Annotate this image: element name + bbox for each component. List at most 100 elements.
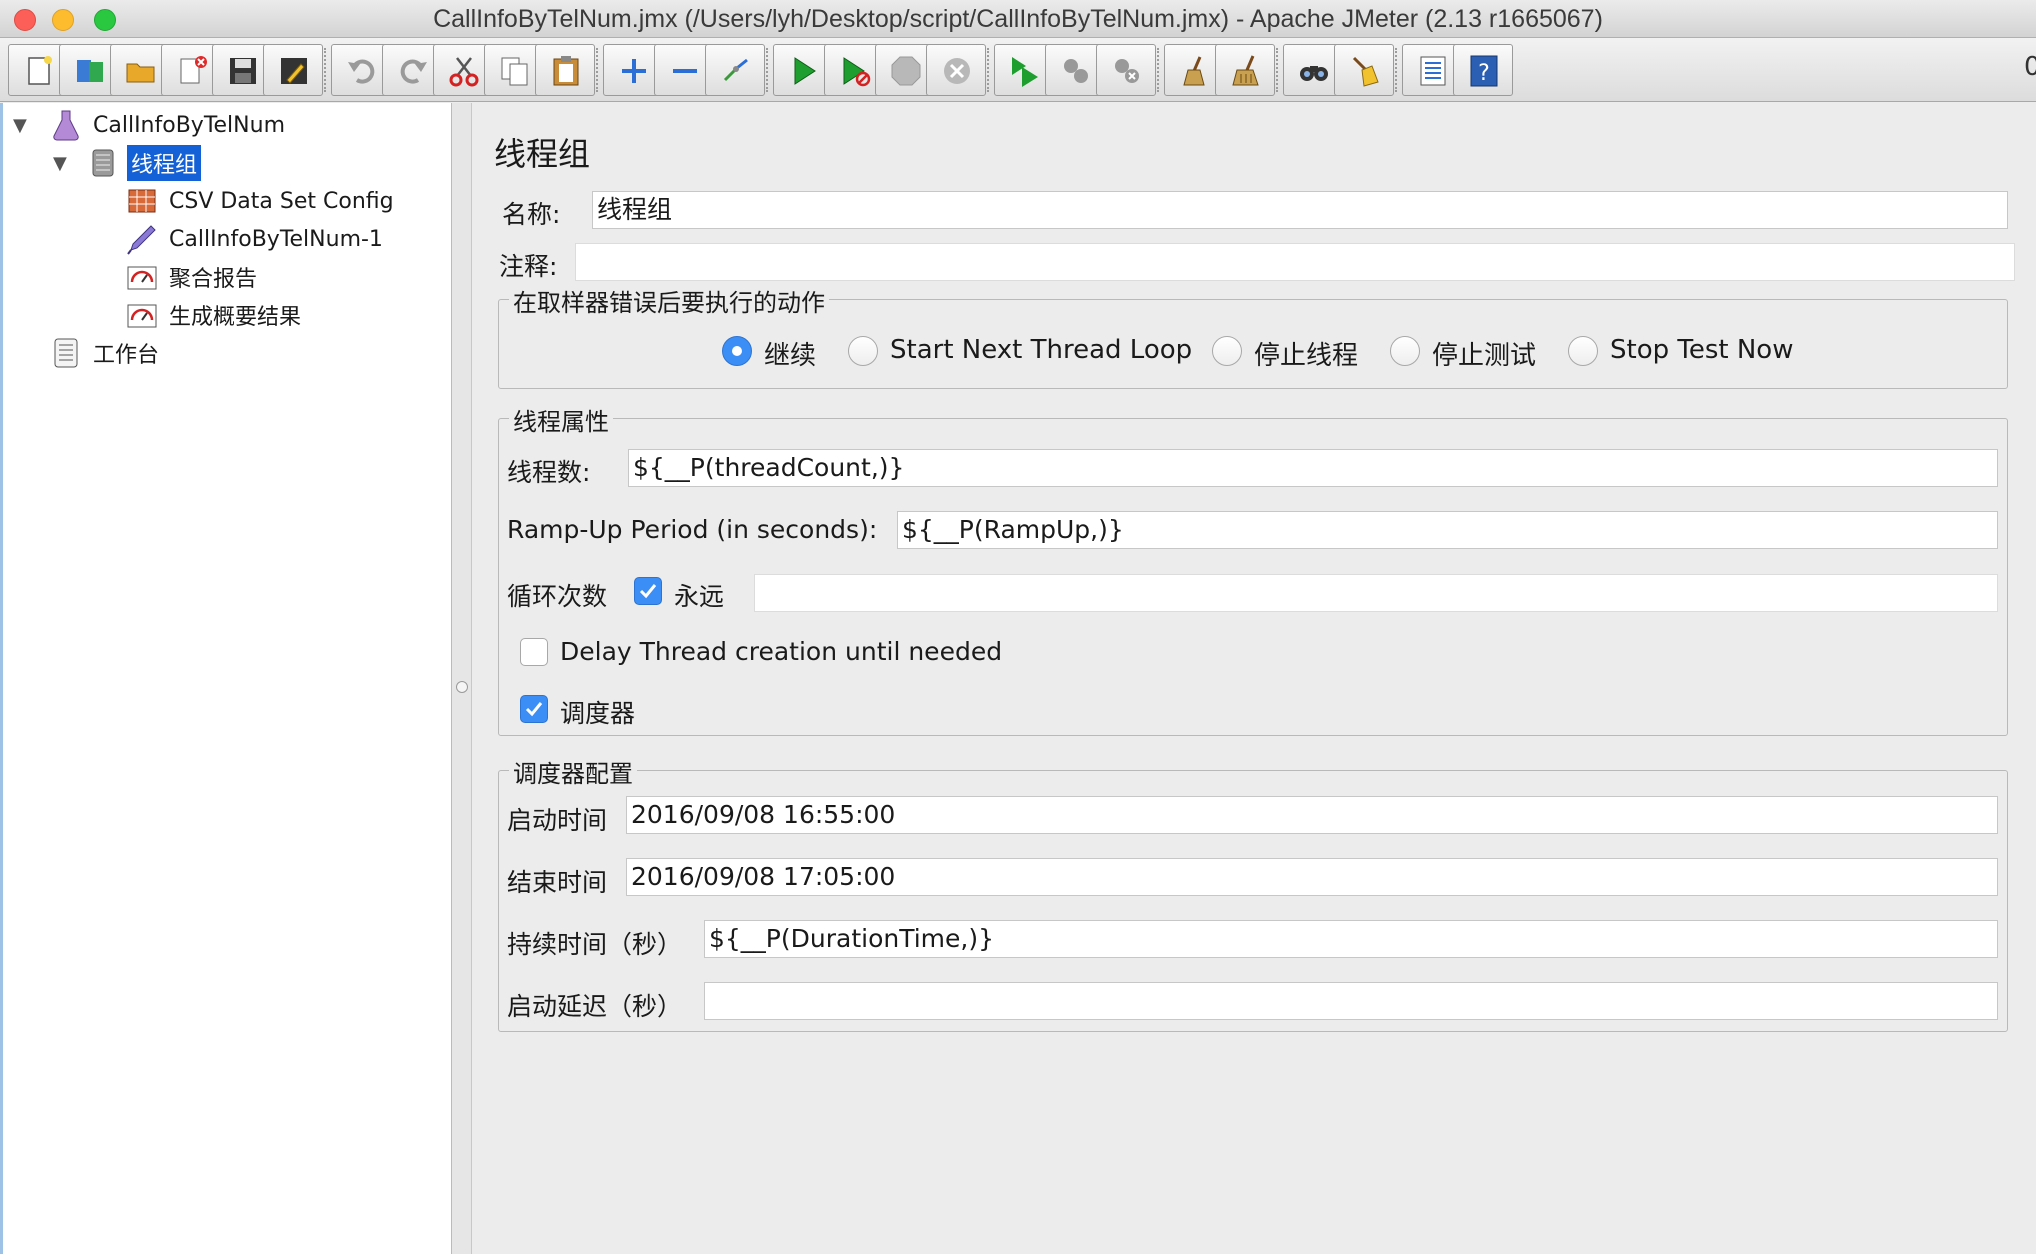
start-icon	[794, 57, 816, 85]
thread-group-panel: 线程组 名称: 线程组 注释: 在取样器错误后要执行的动作 继续 Start N…	[472, 103, 2036, 1254]
shutdown-icon	[944, 58, 970, 84]
help-icon: ?	[1470, 55, 1498, 87]
radio-stop-test-now[interactable]	[1568, 336, 1598, 366]
tree-node-csv-config[interactable]: CSV Data Set Config	[125, 183, 398, 219]
toolbar-separator	[1157, 48, 1159, 92]
tree-node-label: CallInfoByTelNum-1	[169, 226, 383, 252]
tree-node-label: CallInfoByTelNum	[93, 112, 285, 138]
active-threads-count: 0	[2024, 52, 2036, 82]
thread-count-field[interactable]: ${__P(threadCount,)}	[628, 449, 1998, 487]
open-icon	[126, 63, 155, 83]
remote-stop-icon	[1064, 59, 1088, 83]
start-time-field[interactable]: 2016/09/08 16:55:00	[626, 796, 1998, 834]
duration-field[interactable]: ${__P(DurationTime,)}	[704, 920, 1998, 958]
delay-thread-creation-checkbox[interactable]	[520, 638, 548, 666]
tree-node-label: 工作台	[93, 343, 160, 368]
sampler-icon	[127, 225, 156, 255]
svg-text:?: ?	[1478, 61, 1490, 86]
title-bar: CallInfoByTelNum.jmx (/Users/lyh/Desktop…	[0, 0, 2036, 38]
name-field[interactable]: 线程组	[592, 191, 2008, 229]
remote-start-icon	[1012, 57, 1038, 87]
ramp-up-label: Ramp-Up Period (in seconds):	[507, 515, 878, 544]
radio-stop-test-now-label: Stop Test Now	[1610, 335, 1794, 365]
scheduler-label: 调度器	[560, 699, 636, 728]
tree-node-test-plan[interactable]: CallInfoByTelNum	[49, 107, 289, 143]
split-pane-divider[interactable]	[452, 103, 472, 1254]
tree-collapse-toggle[interactable]: ▼	[13, 115, 27, 136]
checkmark-icon	[525, 702, 543, 717]
split-pane-handle[interactable]	[456, 681, 468, 693]
name-label: 名称:	[502, 200, 561, 229]
toggle-icon	[723, 58, 748, 82]
toolbar-separator	[596, 48, 598, 92]
tree-node-label: 生成概要结果	[169, 305, 302, 330]
radio-stop-thread[interactable]	[1212, 336, 1242, 366]
tree-node-workbench[interactable]: 工作台	[49, 335, 163, 371]
radio-stop-test-label: 停止测试	[1432, 341, 1537, 371]
test-plan-icon	[53, 110, 79, 141]
end-time-field[interactable]: 2016/09/08 17:05:00	[626, 858, 1998, 896]
checkmark-icon	[639, 584, 657, 599]
toolbar-separator	[987, 48, 989, 92]
clear-icon	[1183, 56, 1205, 86]
listener-icon	[127, 266, 157, 290]
ramp-up-field[interactable]: ${__P(RampUp,)}	[897, 511, 1998, 549]
loop-forever-label: 永远	[674, 582, 725, 611]
copy-icon	[501, 57, 528, 86]
tree-node-aggregate-report[interactable]: 聚合报告	[125, 259, 261, 295]
startup-delay-field[interactable]	[704, 982, 1998, 1020]
reset-search-button[interactable]	[1334, 44, 1394, 96]
tree-node-thread-group[interactable]: 线程组	[87, 145, 202, 181]
start-time-label: 启动时间	[507, 806, 608, 835]
undo-icon	[348, 59, 375, 84]
thread-group-icon	[92, 149, 114, 177]
workbench-icon	[54, 338, 78, 368]
thread-properties-legend: 线程属性	[509, 402, 613, 437]
loop-count-label: 循环次数	[507, 582, 608, 611]
duration-label: 持续时间（秒）	[507, 930, 683, 959]
toolbar-separator	[1276, 48, 1278, 92]
loop-count-field[interactable]	[754, 574, 1998, 612]
scheduler-checkbox[interactable]	[520, 695, 548, 723]
help-button[interactable]: ?	[1453, 44, 1513, 96]
tree-node-label: 线程组	[127, 145, 202, 181]
listener-icon	[127, 304, 157, 328]
close-icon	[180, 56, 207, 84]
scheduler-config-legend: 调度器配置	[509, 754, 637, 789]
radio-start-next-loop-label: Start Next Thread Loop	[890, 335, 1193, 365]
toolbar-separator	[324, 48, 326, 92]
tree-node-sampler[interactable]: CallInfoByTelNum-1	[125, 221, 387, 257]
error-action-legend: 在取样器错误后要执行的动作	[509, 283, 829, 318]
function-helper-icon	[1420, 56, 1446, 86]
tree-node-summary-results[interactable]: 生成概要结果	[125, 297, 305, 333]
remote-shutdown-button[interactable]	[1096, 44, 1156, 96]
expand-icon	[622, 59, 646, 83]
search-icon	[1300, 66, 1328, 81]
test-plan-tree: ▼ CallInfoByTelNum ▼ 线程组 CSV Data Set Co…	[0, 103, 452, 1254]
radio-stop-test[interactable]	[1390, 336, 1420, 366]
radio-start-next-loop[interactable]	[848, 336, 878, 366]
save-icon	[230, 58, 256, 84]
clear-all-button[interactable]	[1215, 44, 1275, 96]
end-time-label: 结束时间	[507, 868, 608, 897]
paste-icon	[553, 56, 579, 86]
csv-config-icon	[128, 189, 156, 213]
startup-delay-label: 启动延迟（秒）	[507, 992, 683, 1021]
paste-button[interactable]	[535, 44, 595, 96]
shutdown-button[interactable]	[926, 44, 986, 96]
comment-label: 注释:	[499, 252, 558, 281]
tree-node-label: 聚合报告	[169, 267, 258, 292]
save-as-icon	[281, 58, 307, 84]
remote-shutdown-icon	[1115, 59, 1139, 83]
save-as-button[interactable]	[263, 44, 323, 96]
toggle-button[interactable]	[705, 44, 765, 96]
window-title: CallInfoByTelNum.jmx (/Users/lyh/Desktop…	[433, 5, 1603, 33]
radio-continue[interactable]	[722, 336, 752, 366]
toolbar-separator	[1395, 48, 1397, 92]
loop-forever-checkbox[interactable]	[634, 577, 662, 605]
comment-field[interactable]	[575, 243, 2015, 281]
templates-icon	[77, 60, 103, 82]
start-no-pause-icon	[843, 57, 871, 87]
toolbar-separator	[766, 48, 768, 92]
tree-collapse-toggle[interactable]: ▼	[53, 153, 67, 174]
